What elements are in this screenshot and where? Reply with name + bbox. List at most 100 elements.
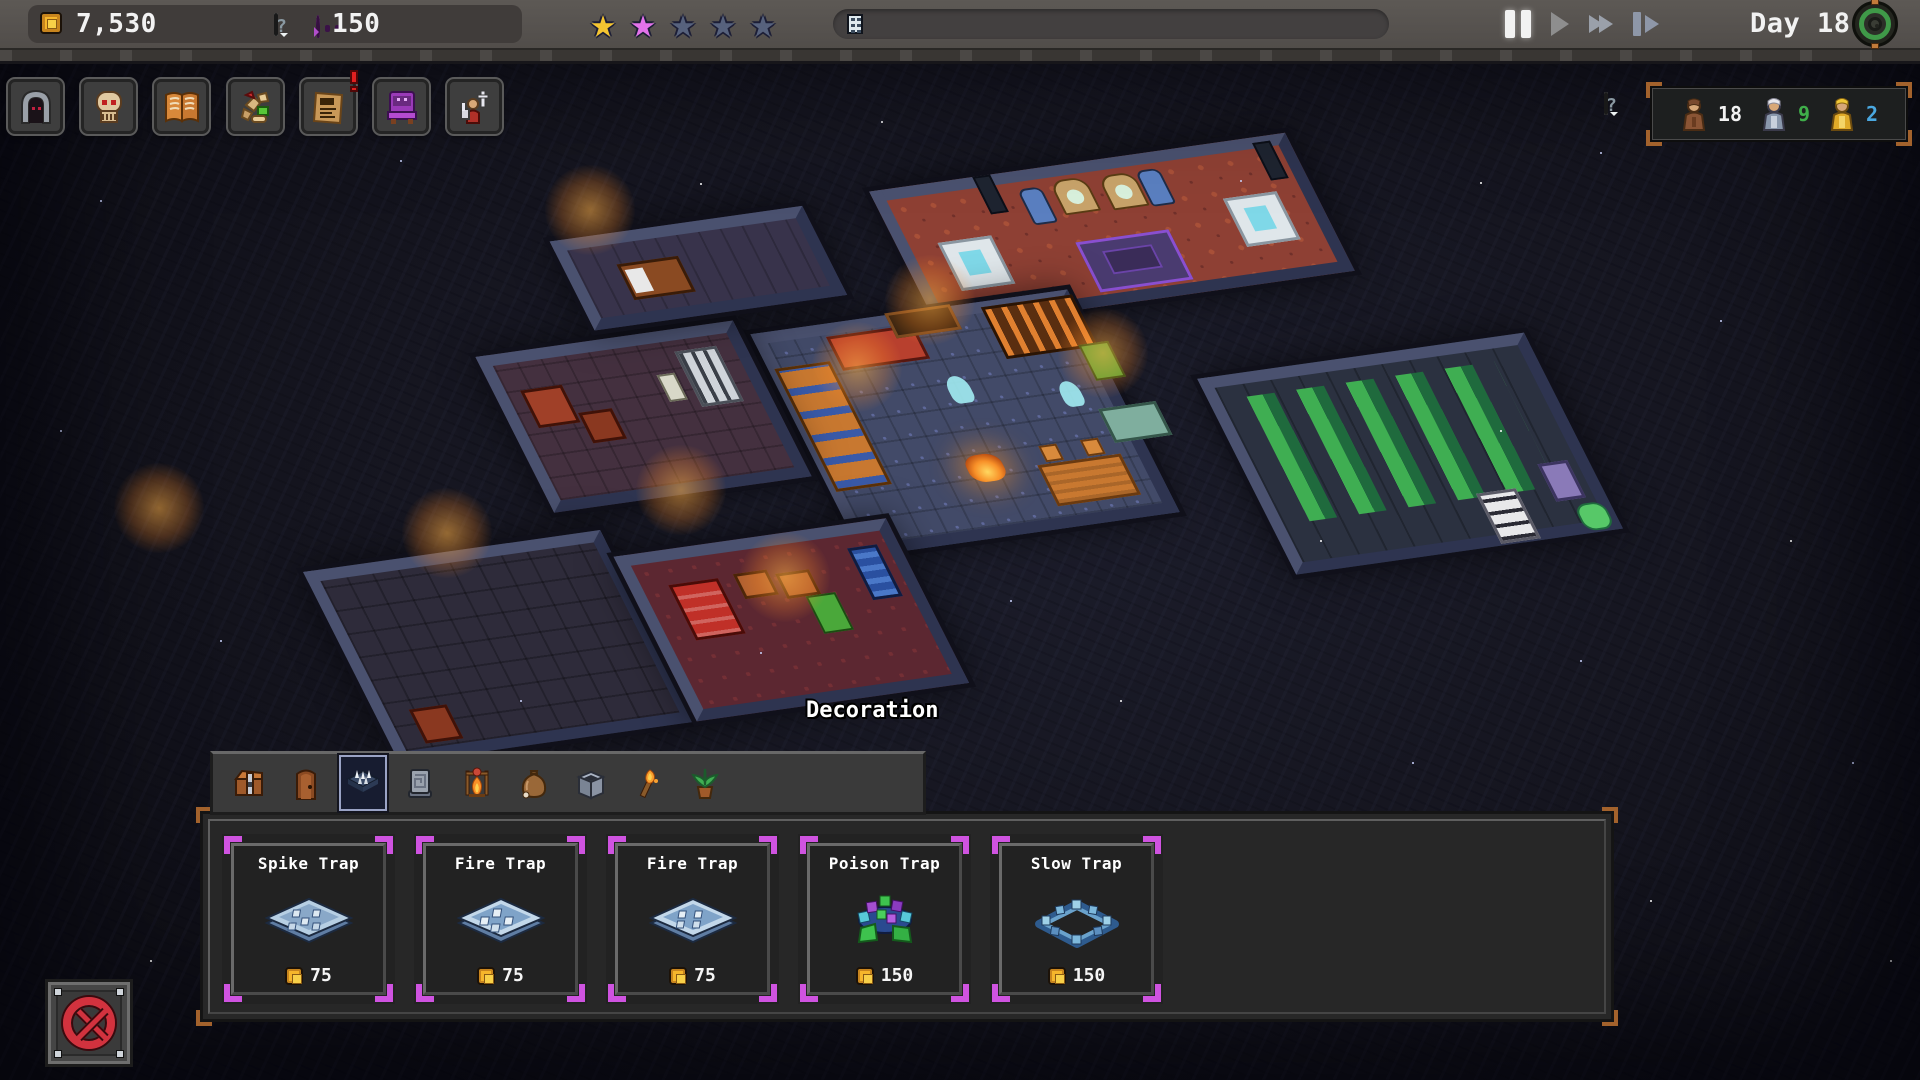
dining-table: [1037, 453, 1142, 507]
campfire-icon: [465, 767, 489, 797]
book-icon: [164, 91, 199, 123]
ghost-creature: [942, 374, 978, 405]
game-screen: 7,530 150 Day 18: [0, 0, 1920, 1080]
statue: [1252, 140, 1289, 181]
shop-card-slow-trap[interactable]: Slow Trap 150: [990, 834, 1163, 1004]
crate: [408, 704, 464, 744]
gear-icon[interactable]: [1852, 0, 1898, 49]
contract-icon: [312, 91, 343, 124]
card-price: 75: [310, 965, 332, 986]
steel-plate-trap-icon: [222, 886, 395, 956]
tab-plant[interactable]: [683, 757, 727, 809]
toolbar-button-heroes[interactable]: [447, 79, 502, 134]
steel-plate-trap-icon: [414, 886, 587, 956]
sack-icon: [521, 770, 547, 799]
chair: [1038, 443, 1065, 463]
toolbar-button-dungeon-gate[interactable]: [8, 79, 63, 134]
card-price: 150: [1072, 965, 1106, 986]
vase: [1016, 186, 1059, 226]
fountain: [1222, 191, 1301, 247]
tab-door[interactable]: [284, 757, 328, 809]
question-bubble-icon[interactable]: [1604, 92, 1608, 115]
coin-icon: [669, 966, 688, 985]
card-title: Poison Trap: [828, 854, 941, 873]
shop-panel: Spike Trap 75 Fire Trap 75 Fire Trap 75 …: [196, 807, 1618, 1026]
spike-trap-icon: [345, 769, 381, 792]
statue: [972, 174, 1009, 215]
elder-count: 9: [1798, 102, 1811, 126]
torch-icon: [639, 769, 658, 799]
toolbar-button-throne[interactable]: [374, 79, 429, 134]
step-forward-button[interactable]: [1633, 12, 1659, 36]
ghost-icon: [316, 15, 320, 38]
bed: [616, 255, 696, 301]
objective-progress-bar: [833, 9, 1389, 39]
chair: [1079, 437, 1106, 457]
gold-counter: 7,530: [76, 9, 157, 39]
question-bubble-icon[interactable]: [274, 13, 278, 36]
altar-rug: [1075, 229, 1194, 293]
fridge: [1476, 488, 1541, 544]
tab-furnace[interactable]: [569, 757, 613, 809]
top-bar-trim: [0, 48, 1920, 64]
card-title: Slow Trap: [1030, 854, 1123, 873]
tab-pressure-plate[interactable]: [398, 757, 442, 809]
decoration-tooltip: Decoration: [806, 698, 939, 723]
plant-icon: [691, 768, 719, 799]
toolbar-button-contracts[interactable]: [301, 70, 358, 134]
pot: [732, 569, 780, 600]
tab-chest[interactable]: [227, 757, 271, 809]
toolbar-button-skull[interactable]: [81, 79, 136, 134]
close-build-menu-button[interactable]: [48, 982, 130, 1064]
star-3-empty: [663, 2, 703, 44]
card-title: Spike Trap: [257, 854, 360, 873]
scroll-icon: [847, 14, 863, 34]
star-1-gold: [583, 2, 623, 44]
fast-forward-button[interactable]: [1589, 15, 1613, 33]
dungeon-gate-icon: [20, 89, 51, 124]
card-title: Fire Trap: [646, 854, 739, 873]
pressure-plate-icon: [408, 769, 432, 798]
coin-icon: [285, 966, 304, 985]
crate: [520, 384, 581, 429]
door-icon: [296, 769, 316, 800]
chest-icon: [234, 769, 263, 796]
campfire: [961, 452, 1011, 484]
elder-figure-icon: [1762, 98, 1786, 131]
shop-card-poison-trap[interactable]: Poison Trap 150: [798, 834, 971, 1004]
orc-creature: [805, 592, 855, 634]
weapon-rack: [668, 578, 746, 641]
shop-tab-strip: [210, 751, 926, 815]
skeleton: [656, 372, 688, 402]
population-panel: 18 9 2: [1646, 82, 1912, 146]
shop-card-fire-trap[interactable]: Fire Trap 75: [606, 834, 779, 1004]
playback-controls: [1505, 8, 1659, 40]
shop-card-fire-trap[interactable]: Fire Trap 75: [414, 834, 587, 1004]
tab-campfire[interactable]: [455, 757, 499, 809]
play-button[interactable]: [1551, 12, 1569, 36]
knight-count: 2: [1866, 102, 1879, 126]
poison-crystal-trap-icon: [798, 886, 971, 956]
crate: [578, 408, 628, 444]
blue-statue: [847, 544, 903, 601]
star-4-empty: [703, 2, 743, 44]
skull-icon: [95, 90, 122, 123]
worker-figure-icon: [1682, 98, 1706, 131]
tab-sack[interactable]: [512, 757, 556, 809]
star-rating: [583, 2, 783, 44]
toolbar-button-codex[interactable]: [154, 79, 209, 134]
day-label: Day 18: [1750, 8, 1851, 39]
coin-icon: [1047, 966, 1066, 985]
star-5-empty: [743, 2, 783, 44]
coin-icon: [477, 966, 496, 985]
tab-torch[interactable]: [626, 757, 670, 809]
toolbar-button-resources[interactable]: [228, 79, 283, 134]
card-price: 75: [694, 965, 716, 986]
shop-card-spike-trap[interactable]: Spike Trap 75: [222, 834, 395, 1004]
souls-counter: 150: [332, 9, 381, 39]
horn-sculpture: [1048, 176, 1102, 216]
card-title: Fire Trap: [454, 854, 547, 873]
resources-icon: [240, 90, 269, 123]
tab-spike-trap[interactable]: [341, 757, 385, 809]
pause-button[interactable]: [1505, 10, 1531, 38]
